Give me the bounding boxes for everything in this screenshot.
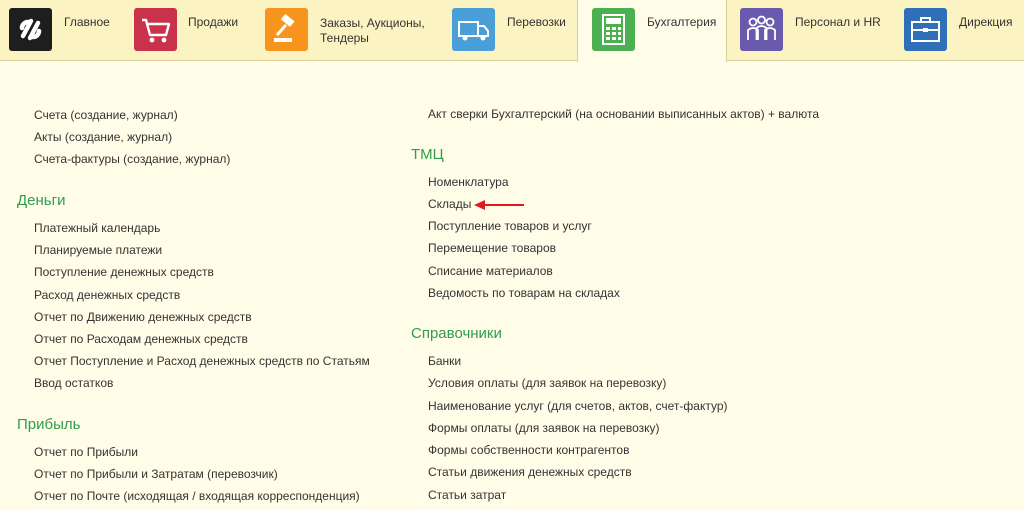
link-cash-receipts[interactable]: Поступление денежных средств [34,265,214,279]
tab-hr[interactable]: Персонал и HR [727,0,897,61]
people-icon [740,8,783,51]
link-cash-flow-items[interactable]: Статьи движения денежных средств [428,465,632,479]
link-mail-report[interactable]: Отчет по Почте (исходящая / входящая кор… [34,489,360,503]
link-invoice-factures[interactable]: Счета-фактуры (создание, журнал) [34,152,230,166]
link-invoices[interactable]: Счета (создание, журнал) [34,108,178,122]
link-warehouses[interactable]: Склады [428,197,471,211]
truck-icon [452,8,495,51]
link-banks[interactable]: Банки [428,354,461,368]
calculator-icon [592,8,635,51]
link-opening-balances[interactable]: Ввод остатков [34,376,113,390]
tab-transport-label: Перевозки [507,15,566,29]
link-payment-terms[interactable]: Условия оплаты (для заявок на перевозку) [428,376,666,390]
tab-hr-label: Персонал и HR [795,15,881,29]
link-payment-calendar[interactable]: Платежный календарь [34,221,160,235]
top-nav-bar: Главное Продажи Заказы, Аукционы, Тендер… [0,0,1024,62]
tab-sales[interactable]: Продажи [130,0,260,61]
section-title-tmc: ТМЦ [411,146,444,163]
link-planned-payments[interactable]: Планируемые платежи [34,243,162,257]
section-title-profit: Прибыль [17,416,81,433]
link-reconciliation-act[interactable]: Акт сверки Бухгалтерский (на основании в… [428,107,819,121]
link-profit-costs-report[interactable]: Отчет по Прибыли и Затратам (перевозчик) [34,467,278,481]
tab-direction-label: Дирекция [959,15,1013,29]
link-cash-expenses[interactable]: Расход денежных средств [34,288,180,302]
link-ownership-forms[interactable]: Формы собственности контрагентов [428,443,629,457]
tab-accounting-label: Бухгалтерия [647,15,717,29]
red-arrow-annotation [474,200,524,210]
tab-orders[interactable]: Заказы, Аукционы, Тендеры [260,0,446,61]
tab-main[interactable]: Главное [0,0,130,61]
link-income-expense-by-items[interactable]: Отчет Поступление и Расход денежных сред… [34,354,370,368]
tab-direction[interactable]: Дирекция [897,0,1024,61]
tab-orders-label-2: Тендеры [320,31,369,45]
section-title-money: Деньги [17,192,66,209]
tab-transport[interactable]: Перевозки [446,0,577,61]
section-title-references: Справочники [411,325,502,342]
logo-icon [9,8,52,51]
link-profit-report[interactable]: Отчет по Прибыли [34,445,138,459]
tab-accounting[interactable]: Бухгалтерия [577,0,727,62]
briefcase-icon [904,8,947,51]
tab-main-label: Главное [64,15,110,29]
tab-sales-label: Продажи [188,15,239,29]
cart-icon [134,8,177,51]
link-payment-forms[interactable]: Формы оплаты (для заявок на перевозку) [428,421,660,435]
link-service-names[interactable]: Наименование услуг (для счетов, актов, с… [428,399,728,413]
link-expense-report[interactable]: Отчет по Расходам денежных средств [34,332,248,346]
link-cash-flow-report[interactable]: Отчет по Движению денежных средств [34,310,252,324]
link-goods-transfer[interactable]: Перемещение товаров [428,241,556,255]
link-nomenclature[interactable]: Номенклатура [428,175,509,189]
tab-orders-label: Заказы, Аукционы, [320,16,425,30]
link-acts[interactable]: Акты (создание, журнал) [34,130,172,144]
link-goods-receipt[interactable]: Поступление товаров и услуг [428,219,592,233]
link-materials-writeoff[interactable]: Списание материалов [428,264,553,278]
link-cost-items[interactable]: Статьи затрат [428,488,506,502]
gavel-icon [265,8,308,51]
link-stock-statement[interactable]: Ведомость по товарам на складах [428,286,620,300]
